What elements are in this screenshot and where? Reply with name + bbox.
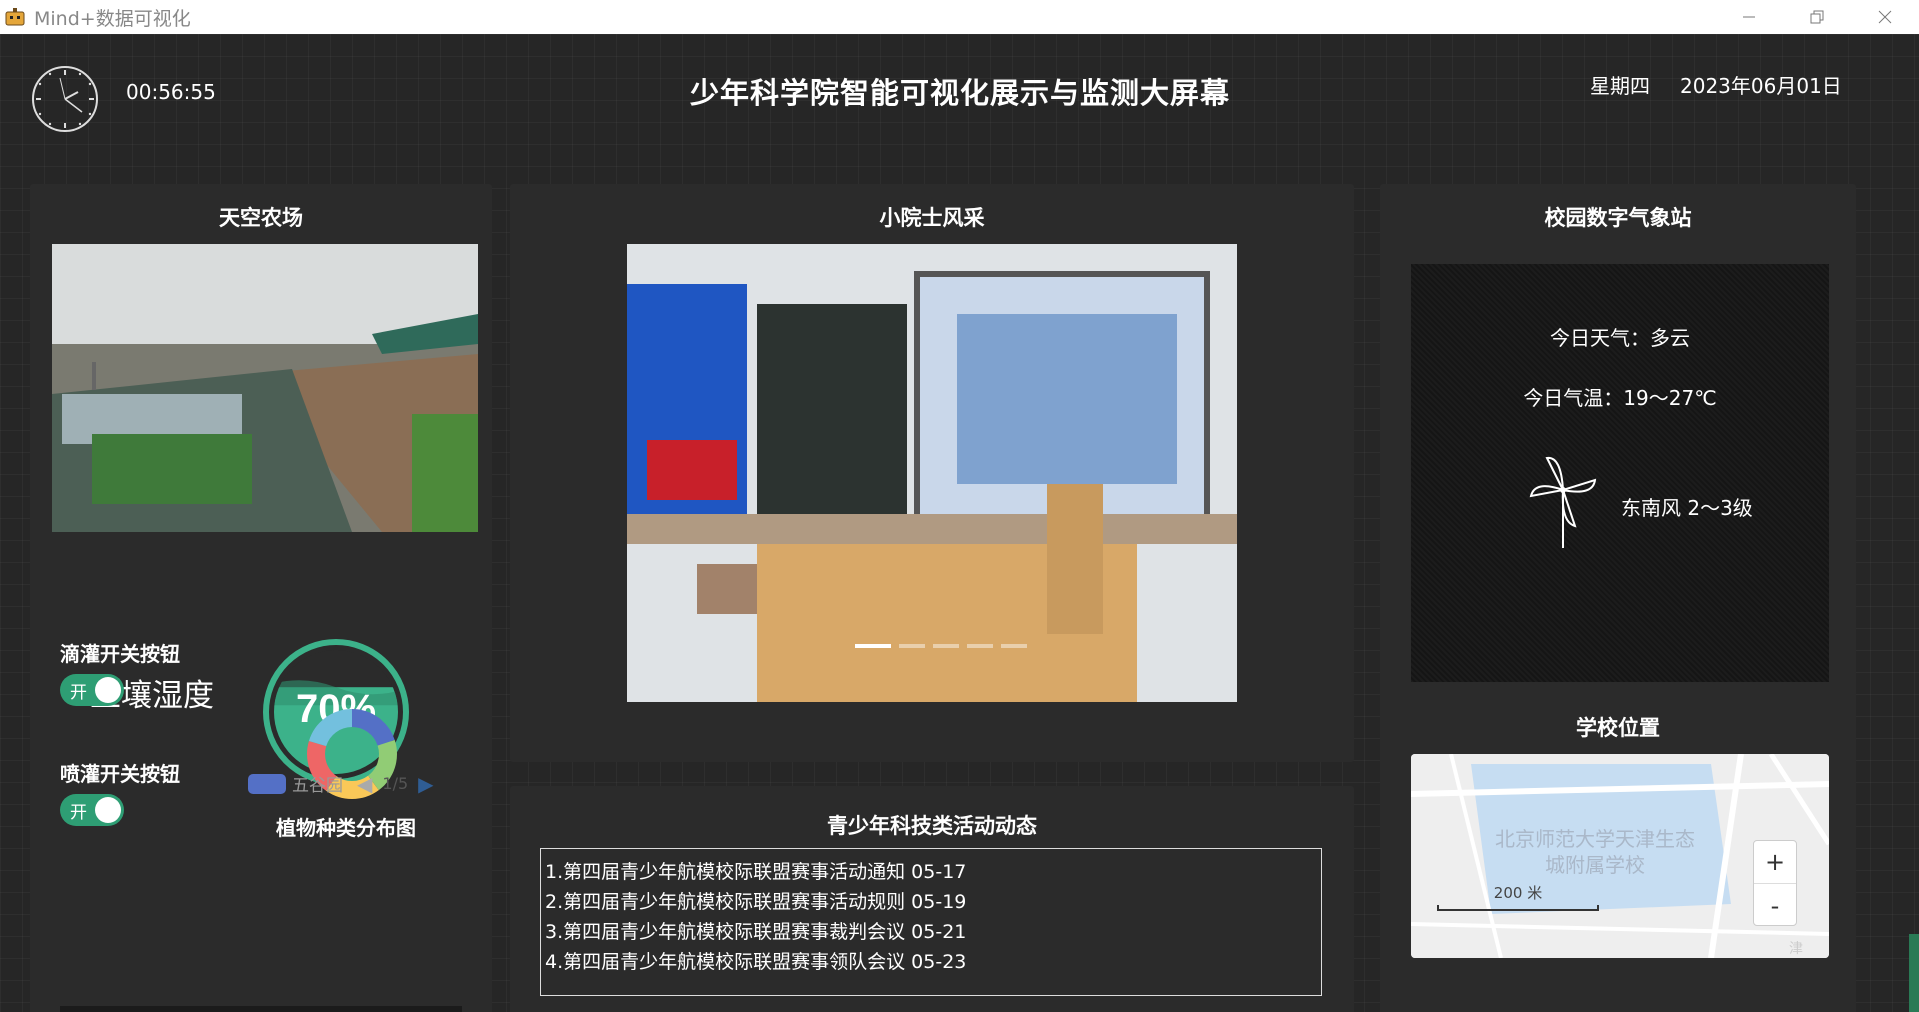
spray-irrigation-toggle[interactable]: 开	[60, 794, 124, 826]
map-scale-text: 200 米	[1493, 884, 1543, 902]
carousel-dot[interactable]	[899, 644, 925, 648]
scrollbar[interactable]	[1909, 934, 1919, 1012]
news-item[interactable]: 1.第四届青少年航模校际联盟赛事活动通知 05-17	[545, 857, 1317, 887]
legend-page-indicator: 1/5	[382, 774, 409, 793]
clock-icon	[32, 66, 98, 132]
page-title: 少年科学院智能可视化展示与监测大屏幕	[689, 76, 1230, 110]
map-zoom-control: + -	[1753, 840, 1797, 926]
zoom-in-button[interactable]: +	[1754, 841, 1796, 884]
drip-toggle-text: 开	[70, 682, 87, 703]
zoom-out-button[interactable]: -	[1754, 884, 1796, 927]
restore-icon	[1810, 10, 1824, 24]
sky-farm-panel: 天空农场 土壤湿度 70% 滴灌开关按钮 开 植物种类分布图 喷灌开关按钮 开 …	[30, 184, 492, 1012]
weather-condition: 今日天气：多云	[1550, 326, 1690, 350]
current-time: 00:56:55	[126, 80, 216, 104]
showcase-title: 小院士风采	[879, 206, 985, 230]
school-location-title: 学校位置	[1576, 716, 1660, 740]
showcase-panel: 小院士风采	[510, 184, 1354, 762]
weather-station-panel: 校园数字气象站 今日天气：多云 今日气温：19～27℃ 东南风 2～3级 学校位…	[1380, 184, 1856, 1012]
bottom-strip	[60, 1006, 462, 1012]
map-school-label: 北京师范大学天津生态城附属学校	[1495, 827, 1695, 877]
wind-info: 东南风 2～3级	[1621, 496, 1753, 520]
close-icon	[1878, 10, 1892, 24]
rooftop-farm-photo	[52, 244, 478, 532]
map-scale-bar	[1437, 905, 1599, 911]
dashboard-canvas: 00:56:55 少年科学院智能可视化展示与监测大屏幕 星期四 2023年06月…	[0, 34, 1919, 1012]
legend-prev-icon[interactable]: ◀	[357, 772, 372, 796]
plant-species-chart-title: 植物种类分布图	[276, 816, 416, 840]
weather-temperature: 今日气温：19～27℃	[1523, 386, 1717, 410]
news-item[interactable]: 2.第四届青少年航模校际联盟赛事活动规则 05-19	[545, 887, 1317, 917]
windmill-icon	[1529, 456, 1597, 548]
map-scale: 200 米	[1437, 882, 1599, 911]
donut-legend: 五谷园 ◀ 1/5 ▶	[248, 771, 434, 796]
app-icon	[5, 8, 25, 26]
close-button[interactable]	[1851, 0, 1919, 34]
school-map[interactable]: 北京师范大学天津生态城附属学校 200 米 + - 津	[1411, 754, 1829, 958]
carousel-dot[interactable]	[1001, 644, 1027, 648]
carousel-dot[interactable]	[933, 644, 959, 648]
activity-news-panel: 青少年科技类活动动态 1.第四届青少年航模校际联盟赛事活动通知 05-17 2.…	[510, 786, 1354, 1012]
classroom-carousel-image[interactable]	[627, 244, 1237, 702]
news-item[interactable]: 3.第四届青少年航模校际联盟赛事裁判会议 05-21	[545, 917, 1317, 947]
weekday: 星期四	[1590, 74, 1650, 98]
carousel-dot[interactable]	[855, 644, 891, 648]
spray-irrigation-label: 喷灌开关按钮	[60, 762, 180, 786]
legend-swatch[interactable]	[248, 773, 286, 794]
map-corner-label: 津	[1789, 941, 1803, 957]
window-title-bar: Mind+数据可视化	[0, 0, 1919, 34]
window-title: Mind+数据可视化	[34, 7, 191, 30]
legend-item-label[interactable]: 五谷园	[292, 771, 343, 796]
minimize-button[interactable]	[1715, 0, 1783, 34]
restore-button[interactable]	[1783, 0, 1851, 34]
weather-station-title: 校园数字气象站	[1544, 206, 1692, 230]
current-date: 2023年06月01日	[1680, 74, 1842, 98]
toggle-knob	[95, 797, 121, 823]
weather-box: 今日天气：多云 今日气温：19～27℃ 东南风 2～3级	[1411, 264, 1829, 682]
legend-next-icon[interactable]: ▶	[418, 772, 433, 796]
news-item[interactable]: 4.第四届青少年航模校际联盟赛事领队会议 05-23	[545, 947, 1317, 977]
drip-irrigation-toggle[interactable]: 开	[60, 674, 124, 706]
carousel-indicators	[855, 644, 1027, 648]
news-list: 1.第四届青少年航模校际联盟赛事活动通知 05-17 2.第四届青少年航模校际联…	[540, 848, 1322, 996]
drip-irrigation-label: 滴灌开关按钮	[60, 642, 180, 666]
carousel-dot[interactable]	[967, 644, 993, 648]
minimize-icon	[1743, 16, 1755, 18]
activity-news-title: 青少年科技类活动动态	[827, 814, 1037, 838]
toggle-knob	[95, 677, 121, 703]
sky-farm-title: 天空农场	[219, 206, 303, 230]
spray-toggle-text: 开	[70, 802, 87, 823]
